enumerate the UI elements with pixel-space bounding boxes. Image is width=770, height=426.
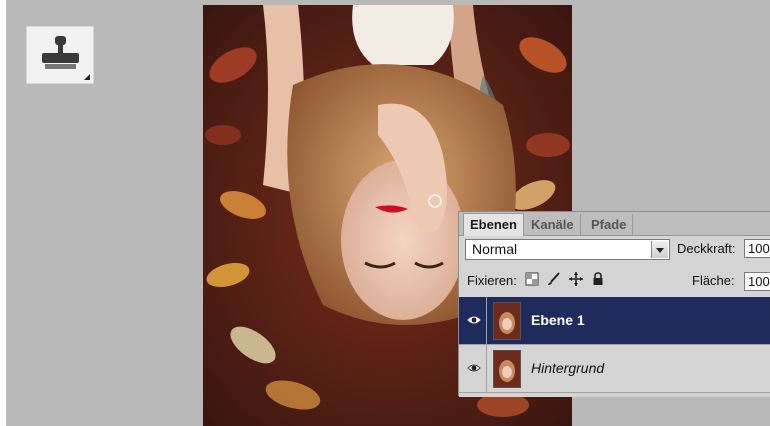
panel-tabbar: Ebenen Kanäle Pfade [459,212,770,236]
visibility-toggle[interactable] [461,297,487,344]
lock-all-padlock-icon[interactable] [591,272,605,286]
clone-stamp-icon [42,36,79,69]
eye-icon [467,316,481,324]
lock-position-move-icon[interactable] [569,272,583,286]
blend-mode-value: Normal [472,241,518,257]
tool-preset-picker[interactable] [26,26,94,84]
lock-transparency-icon[interactable] [525,272,539,286]
layer-name: Hintergrund [531,360,605,376]
layer-thumbnail [493,350,521,388]
layer-name: Ebene 1 [531,312,585,328]
lock-pixels-brush-icon[interactable] [547,272,561,286]
layer-list: Ebene 1 Hintergrund [459,297,770,397]
window-edge [0,0,6,426]
layers-panel: Ebenen Kanäle Pfade Normal Deckkraft: 10… [458,211,770,397]
tab-ebenen[interactable]: Ebenen [463,213,524,236]
lock-label: Fixieren: [467,273,517,288]
fill-field[interactable]: 100 [744,272,770,291]
tab-pfade[interactable]: Pfade [585,214,634,235]
opacity-label: Deckkraft: [677,241,736,256]
layer-thumbnail [493,302,521,340]
eye-icon [467,364,481,372]
layer-row-hintergrund[interactable]: Hintergrund [459,345,770,393]
blend-mode-select[interactable]: Normal [465,239,670,260]
fill-label: Fläche: [692,273,735,288]
visibility-toggle[interactable] [461,345,487,392]
chevron-down-icon[interactable] [651,241,668,258]
dropdown-corner-icon [84,74,90,80]
lock-options [525,272,615,288]
opacity-field[interactable]: 100 [744,239,770,258]
layer-row-ebene-1[interactable]: Ebene 1 [459,297,770,345]
tab-kanaele[interactable]: Kanäle [525,214,581,235]
